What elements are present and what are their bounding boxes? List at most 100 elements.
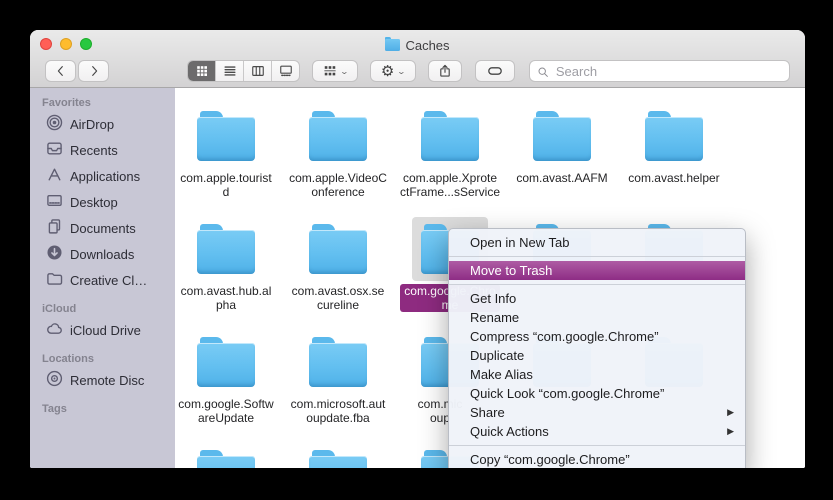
folder-icon (300, 443, 376, 468)
menu-item-get-info[interactable]: Get Info (449, 289, 745, 308)
menu-item-quick-look-com-google-chrome[interactable]: Quick Look “com.google.Chrome” (449, 384, 745, 403)
context-menu: Open in New Tab Move to Trash Get Info Rena… (448, 228, 746, 468)
titlebar[interactable]: Caches (30, 30, 805, 56)
search-input[interactable] (554, 63, 782, 80)
sidebar-item-label: Applications (70, 169, 140, 184)
icon-view-button[interactable] (188, 61, 216, 81)
folder-item[interactable]: com.apple.VideoConference (282, 102, 394, 215)
minimize-button[interactable] (60, 38, 72, 50)
gallery-view-button[interactable] (272, 61, 299, 81)
folder-label: com.avast.helper (628, 171, 719, 185)
window-title-proxy: Caches (385, 38, 449, 53)
folder-icon (188, 443, 264, 468)
tag-button[interactable] (475, 60, 515, 82)
folder-item[interactable]: com.apple.touristd (175, 102, 282, 215)
folder-label: com.apple.XprotectFrame...sService (400, 171, 500, 199)
menu-item-label: Make Alias (470, 367, 533, 382)
folder-label: com.avast.AAFM (516, 171, 607, 185)
traffic-lights (40, 38, 92, 50)
chevron-left-icon (54, 64, 68, 78)
folder-item[interactable]: com.avast.osx.secureline (282, 215, 394, 328)
zoom-button[interactable] (80, 38, 92, 50)
menu-item-duplicate[interactable]: Duplicate (449, 346, 745, 365)
menu-item-label: Quick Look “com.google.Chrome” (470, 386, 664, 401)
toolbar: ⌄ ⚙ ⌄ (30, 56, 805, 87)
window-header: Caches ⌄ ⚙ ⌄ (30, 30, 805, 88)
sidebar-section-header: iCloud (30, 303, 175, 317)
list-view-button[interactable] (216, 61, 244, 81)
sidebar-item-desktop[interactable]: Desktop (30, 189, 175, 215)
sidebar-item-applications[interactable]: Applications (30, 163, 175, 189)
sidebar-section-header: Tags (30, 403, 175, 417)
menu-item-label: Duplicate (470, 348, 524, 363)
folder-label: com.avast.osx.secureline (292, 284, 385, 312)
folder-icon (188, 217, 264, 281)
sidebar-item-label: Recents (70, 143, 118, 158)
sidebar-item-documents[interactable]: Documents (30, 215, 175, 241)
close-button[interactable] (40, 38, 52, 50)
downloads-icon (46, 244, 63, 264)
desktop-backdrop: { "window": { "title": "Caches" }, "titl… (0, 0, 833, 500)
sidebar-item-label: Creative Cl… (70, 273, 147, 288)
sidebar-item-creative-cl[interactable]: Creative Cl… (30, 267, 175, 293)
sidebar-item-label: iCloud Drive (70, 323, 141, 338)
forward-button[interactable] (78, 60, 109, 82)
view-list-icon (223, 64, 237, 78)
folder-icon (300, 217, 376, 281)
chevron-right-icon (87, 64, 101, 78)
menu-item-compress-com-google-chrome[interactable]: Compress “com.google.Chrome” (449, 327, 745, 346)
folder-item[interactable]: com.apple.XprotectFrame...sService (394, 102, 506, 215)
menu-item-share[interactable]: Share▶ (449, 403, 745, 422)
action-button[interactable]: ⚙ ⌄ (370, 60, 416, 82)
submenu-arrow-icon: ▶ (727, 422, 734, 441)
folder-label: com.microsoft.autoupdate.fba (291, 397, 386, 425)
folder-item[interactable]: com.microsoft.autoupdate.fba (282, 328, 394, 441)
menu-item-copy-com-google-chrome[interactable]: Copy “com.google.Chrome” (449, 450, 745, 468)
menu-item-rename[interactable]: Rename (449, 308, 745, 327)
group-button[interactable]: ⌄ (312, 60, 358, 82)
folder-item[interactable]: com.avast.hub.alpha (175, 215, 282, 328)
menu-item-move-to-trash[interactable]: Move to Trash (449, 261, 745, 280)
menu-separator (449, 445, 745, 446)
sidebar-item-recents[interactable]: Recents (30, 137, 175, 163)
chevron-down-icon: ⌄ (339, 67, 348, 76)
sidebar-section-header: Favorites (30, 97, 175, 111)
menu-item-label: Copy “com.google.Chrome” (470, 452, 630, 467)
folder-item[interactable]: com.avast.AAFM (506, 102, 618, 215)
sidebar-item-label: Documents (70, 221, 136, 236)
group-icon (323, 64, 337, 78)
sidebar-item-icloud-drive[interactable]: iCloud Drive (30, 317, 175, 343)
folder-icon (300, 330, 376, 394)
window-title: Caches (405, 38, 449, 53)
sidebar: FavoritesAirDrop Recents Applications Deskt… (30, 88, 175, 468)
folder-icon (636, 104, 712, 168)
menu-item-label: Get Info (470, 291, 516, 306)
menu-separator (449, 256, 745, 257)
sidebar-section-header: Locations (30, 353, 175, 367)
folder-icon (524, 104, 600, 168)
sidebar-item-label: Remote Disc (70, 373, 144, 388)
menu-item-make-alias[interactable]: Make Alias (449, 365, 745, 384)
folder-item[interactable]: com.google.SoftwareUpdate (175, 328, 282, 441)
view-columns-icon (251, 64, 265, 78)
folder-item[interactable] (175, 441, 282, 468)
desktop-icon (46, 192, 63, 212)
applications-icon (46, 166, 63, 186)
view-grid-icon (195, 64, 209, 78)
back-button[interactable] (45, 60, 76, 82)
menu-item-quick-actions[interactable]: Quick Actions ▶ (449, 422, 745, 441)
folder-item[interactable]: com.avast.helper (618, 102, 730, 215)
column-view-button[interactable] (244, 61, 272, 81)
nav-buttons (45, 60, 109, 82)
tag-icon (487, 63, 503, 79)
sidebar-item-downloads[interactable]: Downloads (30, 241, 175, 267)
view-gallery-icon (279, 64, 293, 78)
search-field[interactable] (529, 60, 790, 82)
folder-item[interactable] (282, 441, 394, 468)
sidebar-item-remote-disc[interactable]: Remote Disc (30, 367, 175, 393)
share-button[interactable] (428, 60, 462, 82)
menu-item-open-in-new-tab[interactable]: Open in New Tab (449, 233, 745, 252)
menu-item-label: Quick Actions (470, 424, 549, 439)
sidebar-item-airdrop[interactable]: AirDrop (30, 111, 175, 137)
folder-icon (412, 104, 488, 168)
